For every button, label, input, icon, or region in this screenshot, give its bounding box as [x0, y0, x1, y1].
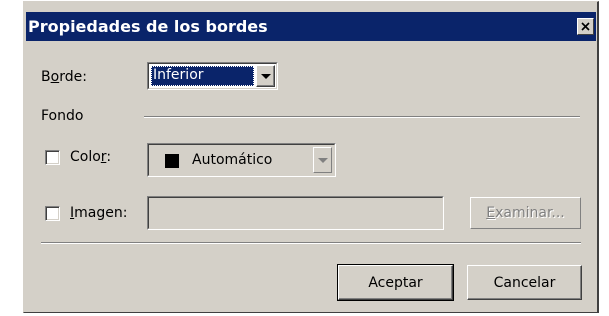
browse-button-label: Examinar...: [486, 205, 565, 221]
color-picker-value: Automático: [192, 152, 273, 168]
color-label: Color:: [70, 149, 112, 165]
cancel-button-label: Cancelar: [493, 274, 556, 291]
color-checkbox[interactable]: [45, 150, 60, 165]
browse-button[interactable]: Examinar...: [470, 197, 581, 229]
dialog-window: Propiedades de los bordes Borde: Inferio…: [23, 1, 599, 313]
image-path-input[interactable]: [147, 196, 444, 230]
border-select-dropdown-button[interactable]: [256, 65, 275, 87]
chevron-down-icon: [260, 73, 271, 79]
chevron-down-icon: [317, 157, 328, 163]
color-picker[interactable]: Automático: [147, 143, 336, 177]
image-label: Imagen:: [70, 205, 128, 221]
ok-button[interactable]: Aceptar: [337, 264, 454, 301]
background-section-divider: [144, 116, 580, 118]
dialog-title: Propiedades de los bordes: [28, 17, 268, 36]
border-select[interactable]: Inferior: [147, 62, 278, 90]
background-section-label: Fondo: [41, 108, 84, 124]
close-icon: [581, 22, 590, 31]
close-button[interactable]: [577, 18, 594, 35]
footer-divider: [41, 242, 581, 244]
color-picker-dropdown-button[interactable]: [313, 147, 332, 173]
border-select-value: Inferior: [151, 66, 254, 86]
image-checkbox[interactable]: [45, 206, 60, 221]
color-swatch: [165, 154, 179, 168]
ok-button-label: Aceptar: [368, 274, 423, 291]
cancel-button[interactable]: Cancelar: [467, 265, 582, 300]
title-bar[interactable]: Propiedades de los bordes: [26, 12, 596, 41]
border-label: Borde:: [41, 69, 87, 85]
